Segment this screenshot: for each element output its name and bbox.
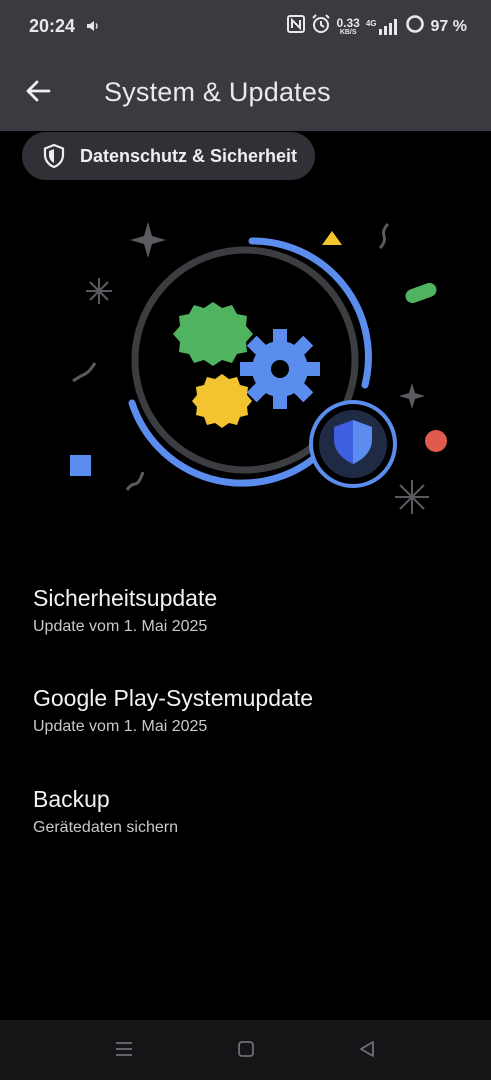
recent-apps-button[interactable]	[107, 1034, 141, 1068]
item-title: Backup	[33, 786, 110, 812]
item-title: Google Play-Systemupdate	[33, 685, 313, 711]
security-illustration	[0, 200, 491, 540]
battery-icon	[405, 14, 425, 39]
volume-icon	[86, 19, 100, 38]
page-title: System & Updates	[104, 77, 331, 107]
nfc-icon	[286, 15, 305, 38]
item-subtitle: Update vom 1. Mai 2025	[33, 618, 208, 635]
list-item-security-update[interactable]: Sicherheitsupdate Update vom 1. Mai 2025	[0, 585, 491, 681]
item-subtitle: Gerätedaten sichern	[33, 819, 178, 836]
back-triangle-icon	[358, 1040, 376, 1063]
network-speed: 0.33 KB/S	[336, 16, 360, 36]
alarm-icon	[311, 14, 331, 39]
status-time: 20:24	[29, 16, 76, 36]
list-item-backup[interactable]: Backup Gerätedaten sichern	[0, 786, 491, 882]
item-subtitle: Update vom 1. Mai 2025	[33, 718, 208, 735]
status-bar: 20:24 0.33 KB/S 4G 97 %	[0, 0, 491, 55]
navigation-bar	[0, 1020, 491, 1080]
privacy-security-chip[interactable]: Datenschutz & Sicherheit	[22, 132, 315, 180]
nav-back-button[interactable]	[350, 1034, 384, 1068]
app-bar: System & Updates	[0, 55, 491, 131]
menu-icon	[114, 1041, 134, 1062]
arrow-left-icon	[25, 79, 51, 108]
chip-label: Datenschutz & Sicherheit	[80, 145, 298, 166]
battery-percent: 97 %	[430, 17, 467, 35]
home-button[interactable]	[229, 1034, 263, 1068]
shield-icon	[42, 142, 68, 170]
item-title: Sicherheitsupdate	[33, 585, 218, 611]
signal-icon: 4G	[366, 18, 399, 35]
home-square-icon	[237, 1040, 255, 1063]
back-button[interactable]	[18, 73, 58, 113]
list-item-google-play-update[interactable]: Google Play-Systemupdate Update vom 1. M…	[0, 685, 491, 781]
